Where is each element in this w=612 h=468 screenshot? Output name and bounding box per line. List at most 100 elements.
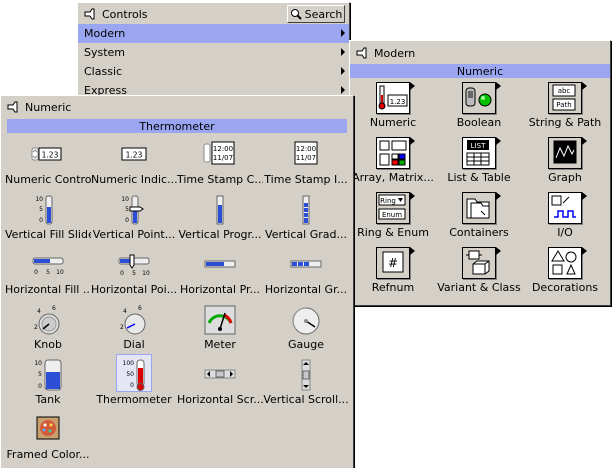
list-table-icon: LIST	[462, 137, 501, 169]
palette-item-horizontal-scrollbar[interactable]: Horizontal Scr...	[177, 356, 263, 411]
numeric-titlebar[interactable]: Numeric	[1, 96, 353, 118]
thermometer-icon: 100 50 0	[123, 359, 145, 391]
palette-item-ring-enum[interactable]: Ring Enum Ring & Enum	[350, 189, 436, 244]
palette-item-label: List & Table	[447, 171, 511, 184]
palette-item-numeric[interactable]: 1.23 Numeric	[350, 79, 436, 134]
icon-text: 4	[123, 308, 127, 315]
palette-item-vertical-progress-bar[interactable]: Vertical Progr...	[177, 191, 263, 246]
icon-text: 1.23	[126, 151, 143, 160]
palette-item-label: Array, Matrix...	[352, 171, 434, 184]
palette-item-horizontal-pointer-slide[interactable]: 0 5 10 Horizontal Poi...	[91, 246, 177, 301]
palette-item-label: Framed Color...	[6, 448, 90, 461]
icon-text: 12:00	[213, 145, 233, 153]
palette-item-gauge[interactable]: Gauge	[263, 301, 349, 356]
palette-item-label: Vertical Point...	[92, 228, 176, 241]
palette-item-numeric-control[interactable]: 1.23 Numeric Control	[5, 136, 91, 191]
palette-item-framed-color-box[interactable]: Framed Color...	[5, 411, 91, 466]
palette-item-label: Vertical Grad...	[265, 228, 347, 241]
submenu-arrow-icon	[496, 247, 501, 255]
graph-icon	[548, 137, 587, 169]
palette-item-label: Numeric	[369, 116, 417, 129]
icon-text: 10	[142, 270, 150, 277]
controls-titlebar[interactable]: Controls Search	[78, 3, 349, 25]
palette-item-time-stamp-control[interactable]: 12:00 11/07 Time Stamp C...	[177, 136, 263, 191]
palette-item-containers[interactable]: Containers	[436, 189, 522, 244]
palette-item-variant-class[interactable]: Variant & Class	[436, 244, 522, 299]
icon-text: 10	[35, 196, 43, 203]
icon-text: 2	[120, 324, 124, 331]
submenu-arrow-icon	[582, 82, 587, 90]
search-button[interactable]: Search	[287, 5, 345, 23]
icon-text: 1.23	[390, 98, 406, 106]
icon-text: 10	[56, 269, 64, 276]
palette-item-time-stamp-indicator[interactable]: 12:00 11/07 Time Stamp I...	[263, 136, 349, 191]
palette-item-thermometer[interactable]: 100 50 0 Thermometer	[91, 354, 177, 411]
icon-text: 2	[34, 324, 38, 331]
palette-item-list-table[interactable]: LIST List & Table	[436, 134, 522, 189]
palette-item-label: Containers	[449, 226, 509, 239]
submenu-arrow-icon	[341, 67, 345, 75]
palette-item-label: Numeric Control	[5, 173, 91, 186]
pushpin-icon[interactable]	[84, 8, 96, 20]
menu-item-system[interactable]: System	[78, 43, 349, 62]
palette-item-label: Gauge	[288, 338, 324, 351]
palette-item-label: Horizontal Poi...	[91, 283, 177, 296]
icon-text: abc	[558, 87, 571, 95]
icon-text: 5	[39, 206, 43, 213]
knob-icon: 2 4 6	[34, 305, 60, 335]
icon-text: 0	[34, 269, 38, 276]
palette-item-label: Vertical Progr...	[178, 228, 262, 241]
palette-item-tank[interactable]: 10 5 0 Tank	[5, 356, 91, 411]
submenu-arrow-icon	[410, 247, 415, 255]
section-label: Numeric	[456, 64, 504, 78]
palette-item-label: Dial	[123, 338, 145, 351]
palette-item-string-path[interactable]: abc Path String & Path	[522, 79, 608, 134]
palette-item-io[interactable]: I/O	[522, 189, 608, 244]
palette-item-refnum[interactable]: # Refnum	[350, 244, 436, 299]
boolean-switch-led-icon	[462, 82, 501, 114]
palette-item-meter[interactable]: Meter	[177, 301, 263, 356]
menu-item-classic[interactable]: Classic	[78, 62, 349, 81]
pushpin-icon[interactable]	[356, 47, 368, 59]
submenu-arrow-icon	[410, 137, 415, 145]
pushpin-icon[interactable]	[7, 101, 19, 113]
menu-item-label: Classic	[84, 65, 123, 78]
icon-text: 10	[121, 196, 129, 203]
palette-item-array-matrix[interactable]: Array, Matrix...	[350, 134, 436, 189]
controls-window: Controls Search Modern System Classic Ex…	[77, 2, 350, 102]
palette-item-boolean[interactable]: Boolean	[436, 79, 522, 134]
icon-text: 5	[132, 270, 136, 277]
palette-item-horizontal-fill-slide[interactable]: 0 5 10 Horizontal Fill ...	[5, 246, 91, 301]
search-icon	[290, 9, 302, 20]
submenu-arrow-icon	[341, 86, 345, 94]
palette-item-dial[interactable]: 2 4 6 Dial	[91, 301, 177, 356]
palette-item-knob[interactable]: 2 4 6 Knob	[5, 301, 91, 356]
modern-titlebar[interactable]: Modern	[350, 41, 610, 65]
palette-item-label: Time Stamp I...	[264, 173, 348, 186]
menu-item-modern[interactable]: Modern	[78, 24, 349, 43]
submenu-arrow-icon	[341, 29, 345, 37]
icon-text: 0	[125, 217, 129, 224]
icon-text: 5	[125, 206, 129, 213]
icon-text: 12:00	[296, 145, 316, 153]
palette-item-label: Vertical Fill Slide	[5, 228, 91, 241]
palette-item-label: I/O	[557, 226, 573, 239]
containers-icon	[462, 192, 501, 224]
palette-item-vertical-fill-slide[interactable]: 10 5 0 Vertical Fill Slide	[5, 191, 91, 246]
horizontal-scrollbar-icon	[204, 369, 236, 379]
palette-item-vertical-graduated-bar[interactable]: Vertical Grad...	[263, 191, 349, 246]
palette-item-decorations[interactable]: Decorations	[522, 244, 608, 299]
numeric-title: Numeric	[25, 100, 72, 114]
palette-item-horizontal-graduated-bar[interactable]: Horizontal Gr...	[263, 246, 349, 301]
palette-item-vertical-pointer-slide[interactable]: 10 5 0 Vertical Point...	[91, 191, 177, 246]
palette-item-graph[interactable]: Graph	[522, 134, 608, 189]
icon-text: 6	[52, 305, 56, 312]
refnum-icon: #	[376, 247, 415, 279]
section-label: Thermometer	[139, 119, 215, 133]
icon-text: Path	[556, 101, 571, 109]
palette-item-vertical-scrollbar[interactable]: Vertical Scroll...	[263, 356, 349, 411]
icon-text: 0	[120, 270, 124, 277]
palette-item-numeric-indicator[interactable]: 1.23 Numeric Indic...	[91, 136, 177, 191]
palette-item-horizontal-progress-bar[interactable]: Horizontal Pr...	[177, 246, 263, 301]
submenu-arrow-icon	[496, 82, 501, 90]
